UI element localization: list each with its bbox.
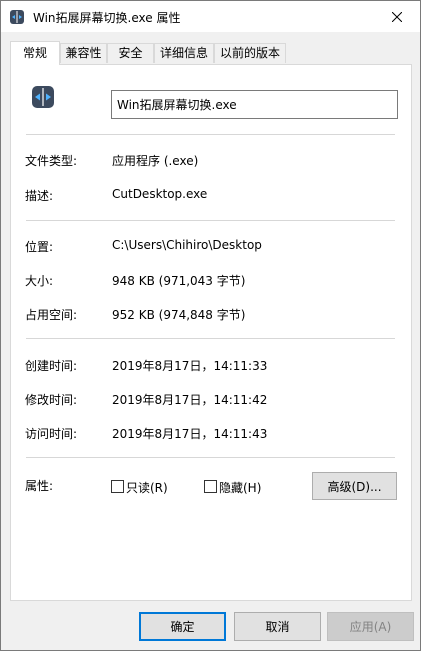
tab-details[interactable]: 详细信息 xyxy=(154,43,214,63)
modified-label: 修改时间: xyxy=(25,393,78,407)
close-icon xyxy=(392,11,402,22)
app-icon-large xyxy=(32,86,54,108)
description-label: 描述: xyxy=(25,189,54,203)
tab-previous-versions[interactable]: 以前的版本 xyxy=(214,43,286,63)
size-value: 948 KB (971,043 字节) xyxy=(112,274,246,288)
divider xyxy=(26,220,395,221)
readonly-label[interactable]: 只读(R) xyxy=(126,479,168,496)
file-type-label: 文件类型: xyxy=(25,154,78,168)
tab-compatibility[interactable]: 兼容性 xyxy=(60,43,107,63)
advanced-button[interactable]: 高级(D)... xyxy=(312,472,397,500)
hidden-label[interactable]: 隐藏(H) xyxy=(219,479,261,496)
title-bar[interactable]: Win拓展屏幕切换.exe 属性 xyxy=(1,1,420,32)
accessed-value: 2019年8月17日，14:11:43 xyxy=(112,427,268,441)
created-label: 创建时间: xyxy=(25,359,78,373)
apply-button[interactable]: 应用(A) xyxy=(327,612,414,641)
file-type-value: 应用程序 (.exe) xyxy=(112,154,199,168)
description-value: CutDesktop.exe xyxy=(112,187,208,201)
general-panel xyxy=(10,64,412,601)
ok-button[interactable]: 确定 xyxy=(139,612,226,641)
size-on-disk-value: 952 KB (974,848 字节) xyxy=(112,308,246,322)
size-on-disk-label: 占用空间: xyxy=(25,308,78,322)
filename-input[interactable] xyxy=(111,90,398,119)
close-button[interactable] xyxy=(374,1,420,32)
tab-security[interactable]: 安全 xyxy=(107,43,154,63)
divider xyxy=(26,134,395,135)
properties-window: Win拓展屏幕切换.exe 属性 常规 兼容性 安全 详细信息 以前的版本 文件… xyxy=(0,0,421,651)
modified-value: 2019年8月17日，14:11:42 xyxy=(112,393,268,407)
created-value: 2019年8月17日，14:11:33 xyxy=(112,359,268,373)
cancel-button[interactable]: 取消 xyxy=(234,612,321,641)
location-value: C:\Users\Chihiro\Desktop xyxy=(112,238,262,252)
hidden-checkbox[interactable] xyxy=(204,480,217,493)
readonly-checkbox[interactable] xyxy=(111,480,124,493)
tab-general[interactable]: 常规 xyxy=(10,41,60,65)
divider xyxy=(26,457,395,458)
accessed-label: 访问时间: xyxy=(25,427,78,441)
divider xyxy=(26,338,395,339)
attributes-label: 属性: xyxy=(25,479,54,493)
app-icon xyxy=(10,10,24,24)
window-title: Win拓展屏幕切换.exe 属性 xyxy=(33,11,181,25)
size-label: 大小: xyxy=(25,274,54,288)
location-label: 位置: xyxy=(25,240,54,254)
